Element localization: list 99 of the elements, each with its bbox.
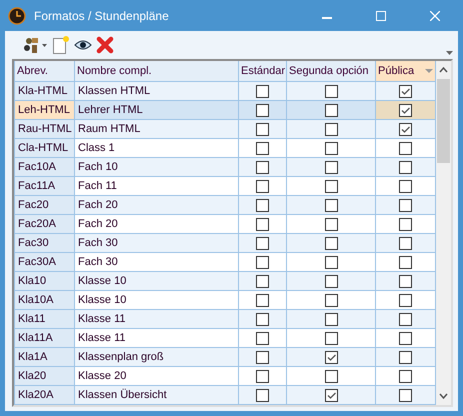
table-cell: Fac20 — [14, 196, 74, 214]
table-cell: Cla-HTML — [14, 138, 74, 158]
checkbox[interactable] — [399, 350, 412, 364]
checkbox[interactable] — [324, 142, 338, 154]
table-cell: Raum HTML — [74, 120, 238, 138]
checkbox[interactable] — [399, 274, 412, 288]
table-cell: Fach 30 — [74, 234, 238, 252]
column-header[interactable]: Pública — [376, 61, 436, 82]
checkbox[interactable] — [324, 370, 338, 382]
checkbox[interactable] — [256, 236, 269, 250]
checkbox[interactable] — [399, 388, 412, 402]
table-cell: Class 1 — [74, 138, 238, 158]
checkbox[interactable] — [399, 218, 412, 230]
column-header[interactable]: Segunda opción — [286, 61, 376, 82]
close-icon[interactable] — [430, 10, 440, 20]
table-cell: Kla20A — [14, 386, 74, 404]
table-cell: Fac20A — [14, 214, 74, 234]
checkbox[interactable] — [399, 142, 412, 154]
checkbox[interactable] — [324, 388, 338, 402]
table-cell: Klasse 11 — [74, 328, 238, 348]
checkbox[interactable] — [324, 198, 338, 212]
checkbox[interactable] — [399, 160, 412, 174]
table-cell: Klassen Übersicht — [74, 386, 238, 404]
checkbox[interactable] — [399, 312, 412, 326]
checkbox[interactable] — [256, 104, 269, 116]
checkbox[interactable] — [256, 370, 269, 382]
table-cell: Kla-HTML — [14, 82, 74, 100]
checkbox[interactable] — [399, 332, 412, 344]
checkbox[interactable] — [399, 256, 412, 268]
checkbox[interactable] — [256, 218, 269, 230]
checkbox[interactable] — [324, 350, 338, 364]
checkbox[interactable] — [399, 294, 412, 306]
table-cell: Fac10A — [14, 158, 74, 176]
table-cell: Klasse 11 — [74, 310, 238, 328]
checkbox[interactable] — [324, 104, 338, 116]
table-cell: Kla20 — [14, 366, 74, 386]
table-cell: Klasse 10 — [74, 272, 238, 290]
scrollbar[interactable] — [436, 61, 451, 405]
checkbox[interactable] — [256, 160, 269, 174]
table-cell: Fac11A — [14, 176, 74, 196]
checkbox[interactable] — [256, 122, 269, 136]
checkbox[interactable] — [399, 198, 412, 212]
checkbox[interactable] — [399, 122, 412, 136]
checkbox[interactable] — [324, 294, 338, 306]
table-cell: Fach 20 — [74, 196, 238, 214]
checkbox[interactable] — [324, 84, 338, 98]
checkbox[interactable] — [256, 294, 269, 306]
table-cell: Klassenplan groß — [74, 348, 238, 366]
checkbox[interactable] — [324, 236, 338, 250]
checkbox[interactable] — [256, 84, 269, 98]
table-cell: Kla11 — [14, 310, 74, 328]
checkbox[interactable] — [256, 198, 269, 212]
checkbox[interactable] — [256, 332, 269, 344]
column-header[interactable]: Estándar — [238, 61, 286, 82]
checkbox[interactable] — [399, 104, 412, 116]
table-cell: Kla10 — [14, 272, 74, 290]
checkbox[interactable] — [399, 180, 412, 192]
table-cell: Fach 30 — [74, 252, 238, 272]
checkbox[interactable] — [324, 218, 338, 230]
table-cell: Lehrer HTML — [74, 100, 238, 120]
table-cell: Rau-HTML — [14, 120, 74, 138]
table-cell: Fach 10 — [74, 158, 238, 176]
checkbox[interactable] — [256, 274, 269, 288]
table-cell: Fac30 — [14, 234, 74, 252]
checkbox[interactable] — [324, 180, 338, 192]
table-cell: Fac30A — [14, 252, 74, 272]
table-cell: Klasse 20 — [74, 366, 238, 386]
column-header[interactable]: Abrev. — [14, 61, 74, 82]
checkbox[interactable] — [324, 122, 338, 136]
checkbox[interactable] — [324, 312, 338, 326]
table-cell: Kla1A — [14, 348, 74, 366]
checkbox[interactable] — [256, 180, 269, 192]
scroll-thumb[interactable] — [437, 79, 450, 163]
sort-caret-icon — [425, 69, 433, 73]
table-cell: Kla10A — [14, 290, 74, 310]
checkbox[interactable] — [324, 160, 338, 174]
table-cell: Klasse 10 — [74, 290, 238, 310]
table-cell: Fach 11 — [74, 176, 238, 196]
checkbox[interactable] — [256, 350, 269, 364]
overflow-caret-icon[interactable] — [446, 51, 453, 55]
checkbox[interactable] — [399, 84, 412, 98]
maximize-icon[interactable] — [376, 10, 386, 20]
clock-icon — [8, 6, 26, 24]
checkbox[interactable] — [324, 332, 338, 344]
table-cell: Fach 20 — [74, 214, 238, 234]
checkbox[interactable] — [399, 370, 412, 382]
checkbox[interactable] — [324, 256, 338, 268]
column-header[interactable]: Nombre compl. — [74, 61, 238, 82]
window-title: Formatos / Stundenpläne — [34, 8, 170, 22]
checkbox[interactable] — [324, 274, 338, 288]
checkbox[interactable] — [256, 142, 269, 154]
table-cell: Kla11A — [14, 328, 74, 348]
checkbox[interactable] — [399, 236, 412, 250]
table-cell: Leh-HTML — [14, 100, 74, 120]
table-cell: Klassen HTML — [74, 82, 238, 100]
checkbox[interactable] — [256, 256, 269, 268]
checkbox[interactable] — [256, 388, 269, 402]
delete-button[interactable] — [96, 34, 114, 56]
checkbox[interactable] — [256, 312, 269, 326]
